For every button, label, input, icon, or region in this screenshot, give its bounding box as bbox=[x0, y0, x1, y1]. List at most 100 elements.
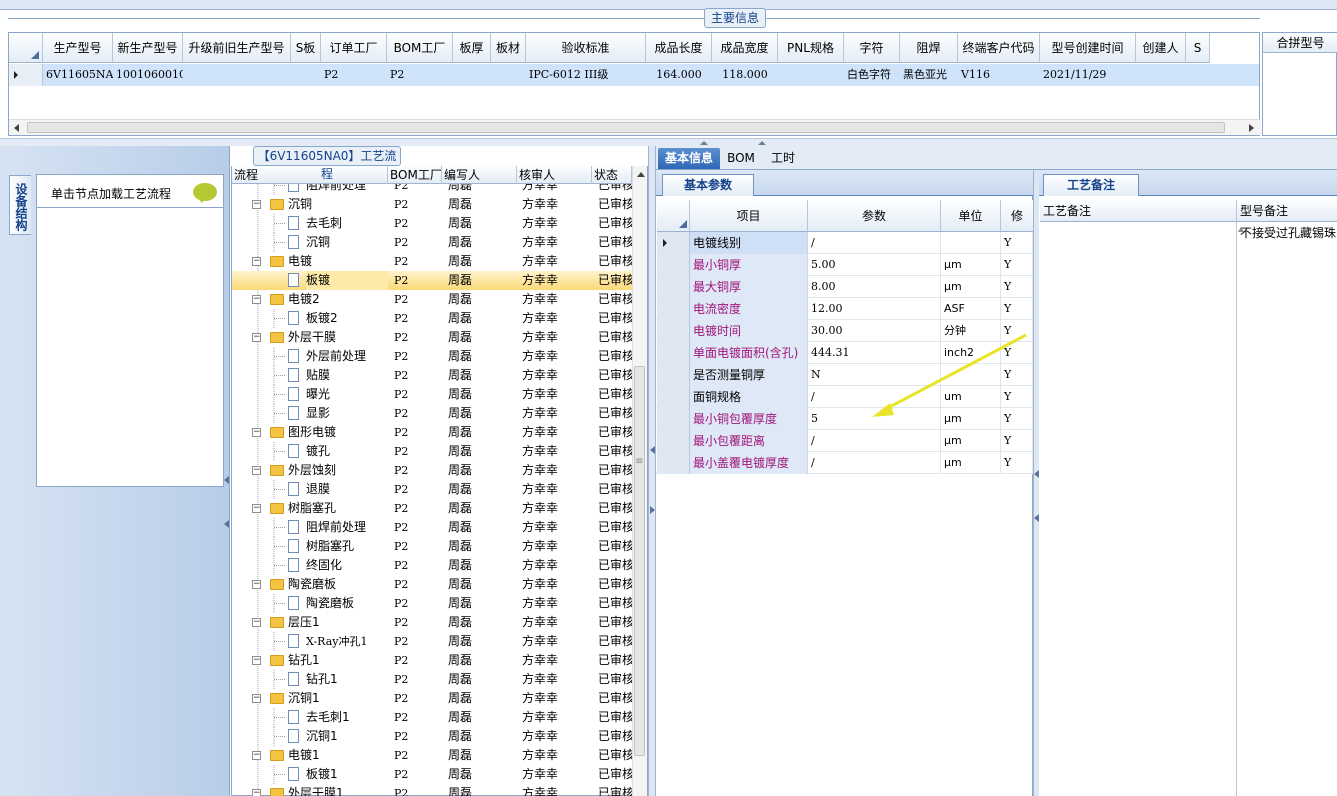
horizontal-splitter[interactable] bbox=[0, 138, 1337, 146]
flow-tree-row[interactable]: − 外层干膜1 P2 周磊 方幸幸 已审核 bbox=[232, 784, 632, 796]
param-row-selector[interactable] bbox=[657, 430, 690, 452]
col-modify[interactable]: 修 bbox=[1001, 200, 1033, 232]
flow-tree-row[interactable]: 镀孔 P2 周磊 方幸幸 已审核 bbox=[232, 442, 632, 461]
col-item[interactable]: 项目 bbox=[690, 200, 808, 232]
flow-tree-row[interactable]: 沉铜 P2 周磊 方幸幸 已审核 bbox=[232, 233, 632, 252]
flow-tree-row[interactable]: 沉铜1 P2 周磊 方幸幸 已审核 bbox=[232, 727, 632, 746]
flow-node-label[interactable]: 钻孔1 bbox=[306, 670, 388, 689]
param-modify-cell[interactable]: Y bbox=[1001, 254, 1033, 276]
flow-node-label[interactable]: 显影 bbox=[306, 404, 388, 423]
flow-node-label[interactable]: 图形电镀 bbox=[288, 423, 388, 442]
param-row-selector[interactable] bbox=[657, 364, 690, 386]
flow-node-label[interactable]: 阻焊前处理 bbox=[306, 518, 388, 537]
flow-node-label[interactable]: 沉铜1 bbox=[288, 689, 388, 708]
main-grid-scroll-thumb[interactable] bbox=[27, 122, 1225, 133]
flow-tree-row[interactable]: − 外层干膜 P2 周磊 方幸幸 已审核 bbox=[232, 328, 632, 347]
flow-tree-row[interactable]: 退膜 P2 周磊 方幸幸 已审核 bbox=[232, 480, 632, 499]
main-col-header[interactable]: 成品长度 bbox=[646, 33, 712, 63]
flow-tree-row[interactable]: 去毛刺 P2 周磊 方幸幸 已审核 bbox=[232, 214, 632, 233]
main-row-cell[interactable] bbox=[491, 64, 526, 86]
param-row[interactable]: 最小盖覆电镀厚度 / μm Y bbox=[656, 452, 1033, 474]
flow-tree-row[interactable]: 去毛刺1 P2 周磊 方幸幸 已审核 bbox=[232, 708, 632, 727]
flow-node-label[interactable]: 外层干膜1 bbox=[288, 784, 388, 796]
flow-node-label[interactable]: 去毛刺1 bbox=[306, 708, 388, 727]
flow-tree-row[interactable]: 阻焊前处理 P2 周磊 方幸幸 已审核 bbox=[232, 184, 632, 195]
param-modify-cell[interactable]: Y bbox=[1001, 232, 1033, 254]
main-row-cell[interactable] bbox=[183, 64, 291, 86]
vertical-splitter[interactable] bbox=[648, 146, 656, 796]
flow-node-label[interactable]: 阻焊前处理 bbox=[306, 184, 388, 195]
col-process-note[interactable]: 工艺备注 bbox=[1040, 200, 1237, 222]
flow-tree-row[interactable]: 板镀 P2 周磊 方幸幸 已审核 bbox=[232, 271, 632, 290]
flow-node-label[interactable]: 外层干膜 bbox=[288, 328, 388, 347]
param-row-selector[interactable] bbox=[657, 342, 690, 364]
main-row-cell[interactable]: 118.000 bbox=[712, 64, 778, 86]
main-col-header[interactable]: 板厚 bbox=[453, 33, 491, 63]
flow-tree-row[interactable]: − 钻孔1 P2 周磊 方幸幸 已审核 bbox=[232, 651, 632, 670]
flow-node-label[interactable]: 层压1 bbox=[288, 613, 388, 632]
param-modify-cell[interactable]: Y bbox=[1001, 430, 1033, 452]
param-value-cell[interactable]: / bbox=[808, 430, 941, 452]
main-row-cell[interactable] bbox=[1136, 64, 1186, 86]
process-flow-tab[interactable]: 【6V11605NA0】工艺流程 bbox=[253, 146, 401, 181]
flow-node-label[interactable]: 外层蚀刻 bbox=[288, 461, 388, 480]
tab-bom[interactable]: BOM bbox=[724, 148, 758, 169]
main-col-header[interactable]: 验收标准 bbox=[526, 33, 646, 63]
param-row[interactable]: 电镀线别 / Y bbox=[656, 232, 1033, 254]
flow-tree-row[interactable]: − 陶瓷磨板 P2 周磊 方幸幸 已审核 bbox=[232, 575, 632, 594]
flow-node-label[interactable]: 贴膜 bbox=[306, 366, 388, 385]
param-row-selector[interactable] bbox=[657, 232, 690, 254]
collapse-icon[interactable]: − bbox=[252, 466, 261, 475]
main-row-cell[interactable] bbox=[453, 64, 491, 86]
main-row-cell[interactable] bbox=[778, 64, 844, 86]
flow-node-label[interactable]: 沉铜 bbox=[288, 195, 388, 214]
flow-tree-row[interactable]: 显影 P2 周磊 方幸幸 已审核 bbox=[232, 404, 632, 423]
scroll-up-icon[interactable] bbox=[636, 170, 646, 178]
param-value-cell[interactable]: 5.00 bbox=[808, 254, 941, 276]
flow-tree-row[interactable]: 阻焊前处理 P2 周磊 方幸幸 已审核 bbox=[232, 518, 632, 537]
param-modify-cell[interactable]: Y bbox=[1001, 276, 1033, 298]
param-row-selector[interactable] bbox=[657, 254, 690, 276]
param-row-selector[interactable] bbox=[657, 298, 690, 320]
flow-node-label[interactable]: X-Ray冲孔1 bbox=[306, 632, 388, 651]
collapse-icon[interactable]: − bbox=[252, 789, 261, 796]
tab-basic-info[interactable]: 基本信息 bbox=[658, 148, 720, 169]
flow-node-label[interactable]: 陶瓷磨板 bbox=[288, 575, 388, 594]
flow-node-label[interactable]: 板镀2 bbox=[306, 309, 388, 328]
flow-tree-row[interactable]: 外层前处理 P2 周磊 方幸幸 已审核 bbox=[232, 347, 632, 366]
flow-node-label[interactable]: 镀孔 bbox=[306, 442, 388, 461]
flow-tree-row[interactable]: − 电镀1 P2 周磊 方幸幸 已审核 bbox=[232, 746, 632, 765]
col-status[interactable]: 状态 bbox=[592, 166, 632, 184]
col-bom-factory[interactable]: BOM工厂 bbox=[388, 166, 442, 184]
main-row-cell[interactable] bbox=[1186, 64, 1210, 86]
flow-tree-row[interactable]: 贴膜 P2 周磊 方幸幸 已审核 bbox=[232, 366, 632, 385]
main-col-header[interactable]: 阻焊 bbox=[900, 33, 958, 63]
param-value-cell[interactable]: 12.00 bbox=[808, 298, 941, 320]
flow-tree-row[interactable]: − 沉铜 P2 周磊 方幸幸 已审核 bbox=[232, 195, 632, 214]
tab-work-hours[interactable]: 工时 bbox=[764, 148, 802, 169]
flow-tree-row[interactable]: − 层压1 P2 周磊 方幸幸 已审核 bbox=[232, 613, 632, 632]
param-row-selector[interactable] bbox=[657, 386, 690, 408]
flow-node-label[interactable]: 电镀2 bbox=[288, 290, 388, 309]
collapse-icon[interactable]: − bbox=[252, 618, 261, 627]
flow-tree-row[interactable]: 陶瓷磨板 P2 周磊 方幸幸 已审核 bbox=[232, 594, 632, 613]
main-col-header[interactable]: 成品宽度 bbox=[712, 33, 778, 63]
param-modify-cell[interactable]: Y bbox=[1001, 298, 1033, 320]
flow-node-label[interactable]: 去毛刺 bbox=[306, 214, 388, 233]
flow-tree-row[interactable]: 树脂塞孔 P2 周磊 方幸幸 已审核 bbox=[232, 537, 632, 556]
main-row-cell[interactable]: 黑色亚光 bbox=[900, 64, 958, 86]
scroll-up-icon[interactable] bbox=[1237, 222, 1245, 796]
flow-node-label[interactable]: 曝光 bbox=[306, 385, 388, 404]
equipment-structure-tab[interactable]: 设备结构 bbox=[9, 175, 31, 235]
main-col-header[interactable]: 字符 bbox=[844, 33, 900, 63]
main-col-header[interactable]: 新生产型号 bbox=[113, 33, 183, 63]
col-writer[interactable]: 编写人 bbox=[442, 166, 517, 184]
param-row-selector[interactable] bbox=[657, 320, 690, 342]
process-note-cell[interactable] bbox=[1040, 222, 1237, 796]
flow-node-label[interactable]: 退膜 bbox=[306, 480, 388, 499]
main-info-tab[interactable]: 主要信息 bbox=[704, 8, 766, 28]
flow-node-label[interactable]: 终固化 bbox=[306, 556, 388, 575]
col-flow[interactable]: 流程 bbox=[232, 166, 388, 184]
collapse-icon[interactable]: − bbox=[252, 694, 261, 703]
collapse-icon[interactable]: − bbox=[252, 504, 261, 513]
